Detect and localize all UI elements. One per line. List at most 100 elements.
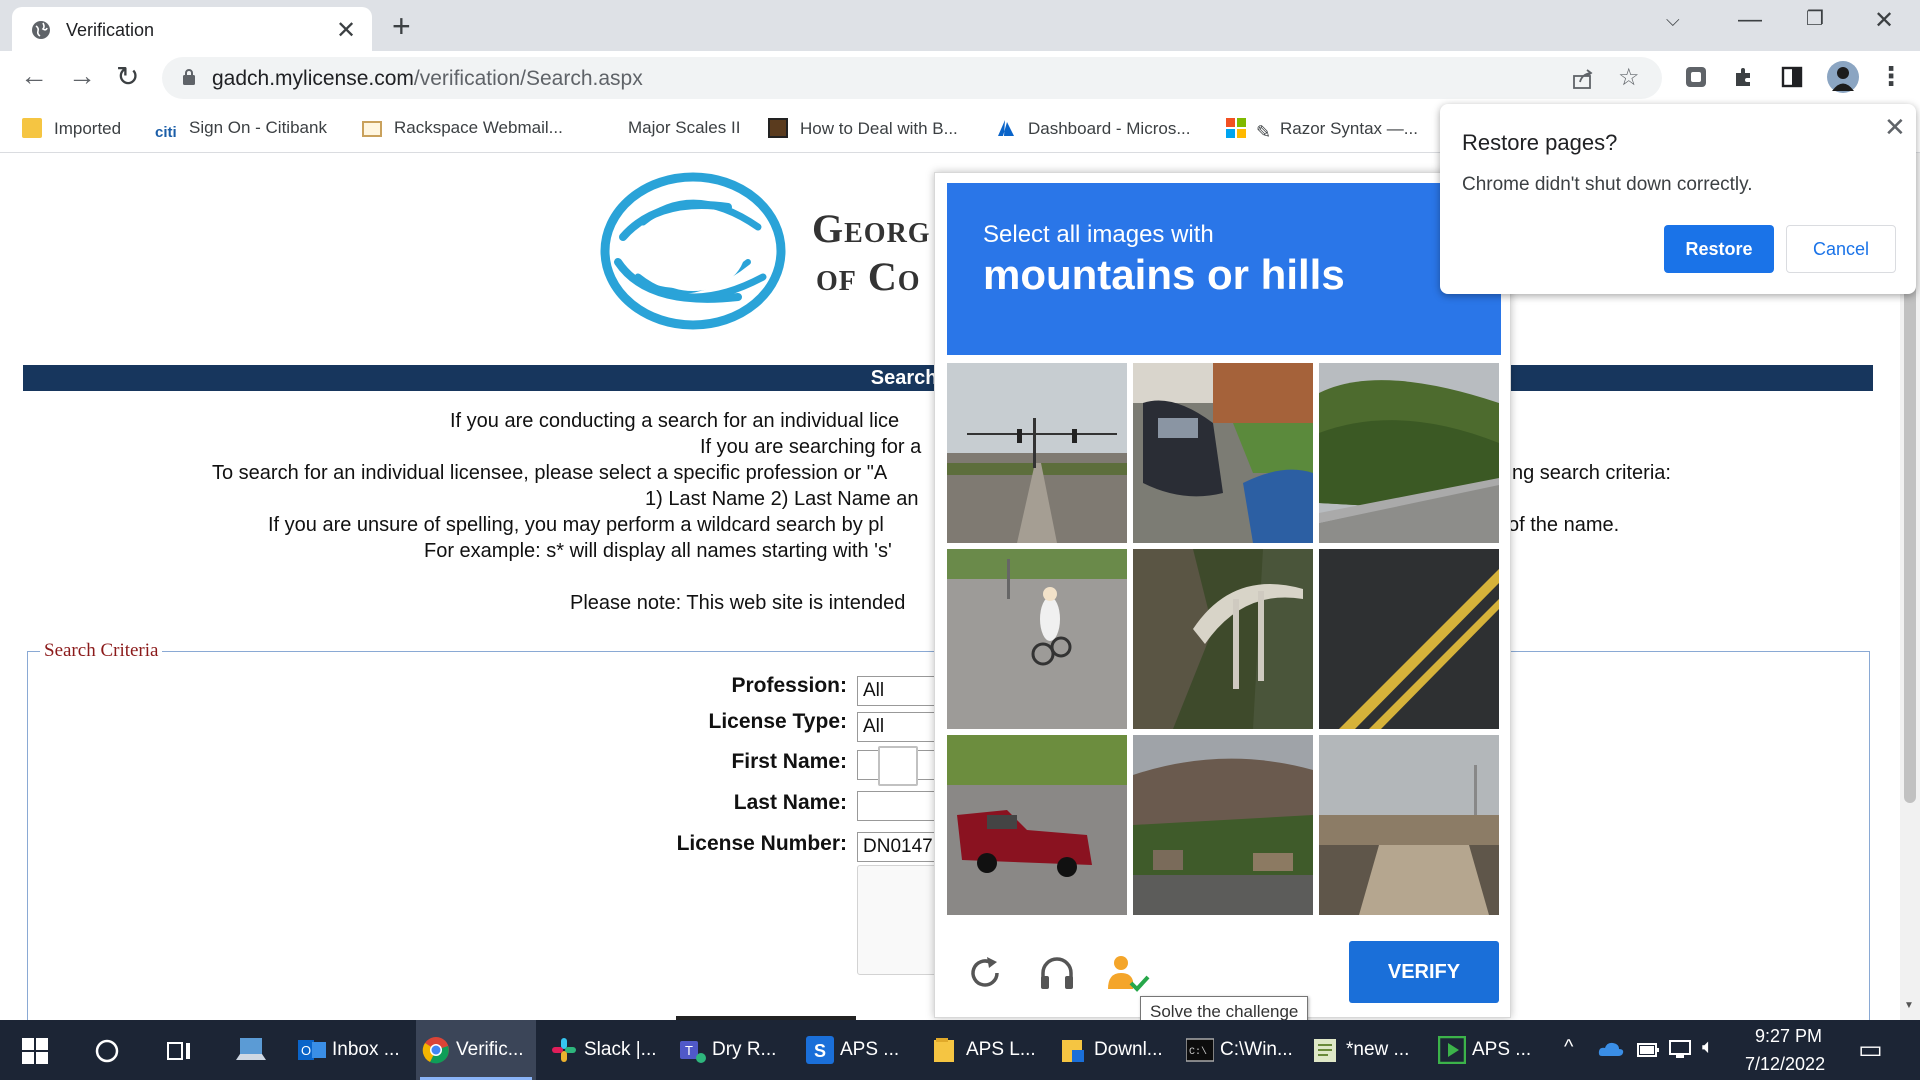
side-panel-icon[interactable] [1780,65,1804,89]
minimize-icon[interactable]: — [1738,6,1762,34]
license-number-label: License Number: [676,832,847,855]
windows-start-icon[interactable] [22,1038,48,1064]
captcha-prompt-target: mountains or hills [983,251,1345,298]
extensions-puzzle-icon[interactable] [1732,65,1756,89]
laptop-app-icon[interactable] [236,1036,268,1064]
extension-copy-icon[interactable] [1684,65,1708,89]
green-hill-image [1319,363,1499,543]
overpass-image [1319,735,1499,915]
bookmark-imported[interactable]: Imported [22,118,121,139]
back-icon[interactable]: ← [20,60,48,92]
intro-text: To search for an individual licensee, pl… [212,462,888,484]
taskbar-item-teams[interactable]: T Dry R... [672,1020,790,1080]
azure-icon [998,120,1014,136]
bookmark-label: Rackspace Webmail... [394,118,563,137]
bookmark-label: Major Scales II [628,118,741,137]
bookmark-razor-syntax[interactable]: ✎ Razor Syntax —... [1226,118,1418,142]
onedrive-icon[interactable] [1598,1040,1624,1058]
town-with-hills-image [1133,735,1313,915]
clock-date[interactable]: 7/12/2022 [1745,1054,1825,1075]
cmd-icon: C:\ [1186,1038,1214,1062]
restore-button[interactable]: Restore [1664,225,1774,273]
profession-label: Profession: [731,674,847,697]
bookmark-label: Imported [54,119,122,138]
taskbar-item-cmd[interactable]: C:\ C:\Win... [1180,1020,1300,1080]
network-icon[interactable] [1668,1038,1692,1060]
captcha-tile-9[interactable] [1319,735,1499,915]
bookmark-citibank[interactable]: citi Sign On - Citibank [155,118,327,144]
captcha-tile-8[interactable] [1133,735,1313,915]
slack-icon [552,1038,576,1062]
profile-avatar[interactable] [1826,60,1860,94]
captcha-tile-4[interactable] [947,549,1127,729]
battery-icon[interactable] [1636,1038,1660,1060]
restore-window-icon[interactable]: ❐ [1806,6,1824,31]
captcha-tile-1[interactable] [947,363,1127,543]
citi-icon: citi [155,124,177,141]
close-tab-icon[interactable]: ✕ [336,16,356,45]
bookmark-dashboard[interactable]: Dashboard - Micros... [996,118,1191,139]
cyclist-on-road-image [947,549,1127,729]
taskbar-item-notepad[interactable]: *new ... [1306,1020,1424,1080]
taskbar-item-chrome[interactable]: Verific... [416,1020,536,1080]
captcha-tile-5[interactable] [1133,549,1313,729]
volume-icon[interactable]: 🔈︎ [1702,1036,1714,1059]
url-host: gadch.mylicense.com [212,67,414,90]
captcha-tile-6[interactable] [1319,549,1499,729]
taskbar-item-outlook[interactable]: O Inbox ... [292,1020,404,1080]
clock-time[interactable]: 9:27 PM [1755,1026,1822,1047]
folder-icon [22,118,42,138]
tab-verification[interactable]: Verification ✕ [12,7,372,51]
scroll-down-arrow-icon[interactable]: ▼ [1904,1000,1914,1011]
close-window-icon[interactable]: ✕ [1874,6,1894,35]
taskbar-label: Downl... [1094,1039,1163,1060]
svg-text:S: S [814,1041,826,1061]
license-type-label: License Type: [708,710,848,733]
task-view-icon[interactable] [166,1038,192,1064]
bookmark-label: Dashboard - Micros... [1028,119,1191,138]
pen-icon: ✎ [1256,122,1272,142]
close-popup-icon[interactable]: ✕ [1884,112,1906,143]
tab-search-icon[interactable]: ⌵ [1666,10,1680,31]
chrome-menu-icon[interactable]: ⋮ [1878,61,1904,92]
taskbar-item-aps-folder[interactable]: APS L... [926,1020,1044,1080]
captcha-challenge-panel: Select all images with mountains or hill… [934,172,1511,1018]
share-icon[interactable] [1572,68,1594,90]
taskbar-item-downloads[interactable]: Downl... [1054,1020,1174,1080]
show-hidden-icons-icon[interactable]: ^ [1564,1036,1573,1059]
restore-pages-popup: Restore pages? Chrome didn't shut down c… [1440,104,1916,294]
search-circle-icon[interactable] [94,1038,120,1064]
cancel-button[interactable]: Cancel [1786,225,1896,273]
tab-title: Verification [66,20,155,40]
headphones-icon[interactable] [1037,953,1077,993]
red-pickup-truck-image [947,735,1127,915]
bookmark-rackspace[interactable]: Rackspace Webmail... [362,118,563,138]
new-tab-button[interactable]: + [392,8,411,45]
bookmark-star-icon[interactable]: ☆ [1618,63,1640,92]
address-bar[interactable]: gadch.mylicense.com/verification/Search.… [162,57,1662,99]
bookmark-how-to-deal[interactable]: How to Deal with B... [768,118,958,139]
taskbar-item-slack[interactable]: Slack |... [544,1020,664,1080]
notifications-icon[interactable]: ▭ [1858,1034,1883,1065]
board-logo [600,172,786,330]
taskbar-label: APS ... [1472,1039,1532,1060]
microsoft-icon [1226,118,1246,138]
captcha-tile-2[interactable] [1133,363,1313,543]
svg-text:T: T [685,1043,693,1058]
taskbar-label: APS ... [840,1039,900,1060]
captcha-tile-7[interactable] [947,735,1127,915]
chrome-icon [422,1037,449,1064]
bookmark-major-scales[interactable]: Major Scales II [628,118,740,138]
taskbar-item-aps-1[interactable]: S APS ... [800,1020,918,1080]
verify-button[interactable]: VERIFY [1349,941,1499,1003]
intro-text: If you are conducting a search for an in… [450,410,900,432]
captcha-tile-3[interactable] [1319,363,1499,543]
accessibility-person-icon[interactable] [1105,953,1151,993]
captcha-checkbox[interactable] [878,746,918,786]
captcha-prompt-header: Select all images with mountains or hill… [947,183,1501,355]
taskbar-item-aps-2[interactable]: APS ... [1432,1020,1550,1080]
forward-icon[interactable]: → [68,60,96,92]
reload-icon[interactable]: ↻ [116,60,139,93]
refresh-icon[interactable] [965,953,1005,993]
taskbar-label: Inbox ... [332,1039,400,1060]
